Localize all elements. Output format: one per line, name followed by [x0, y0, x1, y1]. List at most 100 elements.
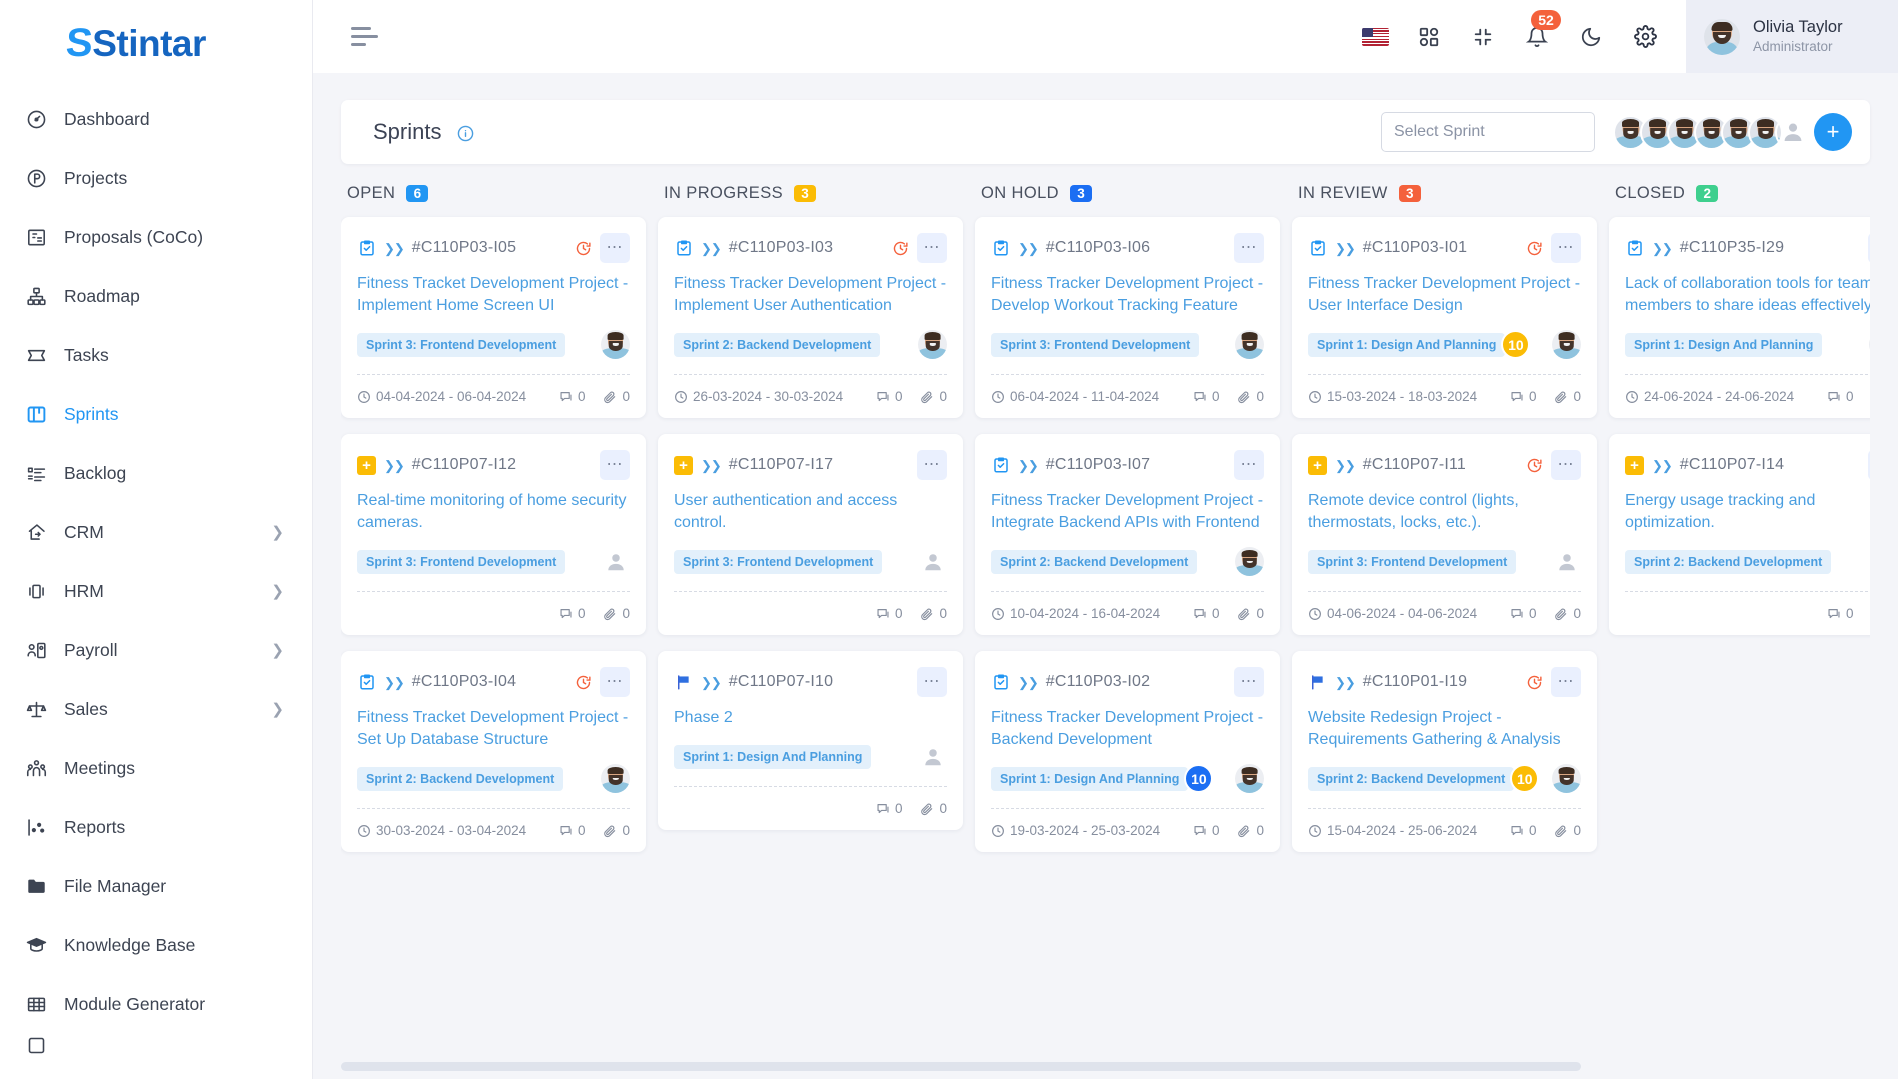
sidebar-item-tasks[interactable]: Tasks [0, 326, 312, 385]
user-profile-menu[interactable]: Olivia Taylor Administrator [1686, 0, 1898, 73]
kanban-card[interactable]: ❯❯ #C110P03-I07 ⋯ Fitness Tracker Develo… [975, 434, 1280, 636]
card-more-options-button[interactable]: ⋯ [917, 667, 947, 698]
card-id[interactable]: #C110P01-I19 [1363, 673, 1467, 691]
kanban-card[interactable]: + ❯❯ #C110P07-I17 ⋯ User authentication … [658, 434, 963, 636]
card-assignee-avatar[interactable] [601, 330, 630, 360]
card-more-options-button[interactable]: ⋯ [917, 450, 947, 481]
card-more-options-button[interactable]: ⋯ [1234, 450, 1264, 481]
card-more-options-button[interactable]: ⋯ [1551, 667, 1581, 698]
card-id[interactable]: #C110P07-I12 [412, 456, 516, 474]
info-icon[interactable] [457, 125, 474, 142]
card-assignee-avatar[interactable] [1235, 547, 1264, 577]
kanban-card[interactable]: ❯❯ #C110P07-I10 ⋯ Phase 2 Sprint 1: Desi… [658, 651, 963, 831]
sidebar-item-dashboard[interactable]: Dashboard [0, 90, 312, 149]
card-title[interactable]: Lack of collaboration tools for team mem… [1625, 273, 1870, 317]
sidebar-item-sales[interactable]: Sales ❯ [0, 680, 312, 739]
sidebar-item-partial[interactable] [0, 1034, 312, 1056]
card-more-options-button[interactable]: ⋯ [600, 450, 630, 481]
language-flag-button[interactable] [1360, 22, 1390, 52]
card-more-options-button[interactable]: ⋯ [600, 667, 630, 698]
sidebar-item-reports[interactable]: Reports [0, 798, 312, 857]
chevron-double-down-icon[interactable]: ❯❯ [1652, 459, 1673, 472]
card-assignee-placeholder[interactable] [918, 742, 947, 771]
card-id[interactable]: #C110P03-I01 [1363, 239, 1467, 257]
chevron-double-down-icon[interactable]: ❯❯ [1018, 676, 1039, 689]
card-more-options-button[interactable]: ⋯ [1551, 450, 1581, 481]
chevron-double-down-icon[interactable]: ❯❯ [701, 459, 722, 472]
card-title[interactable]: Remote device control (lights, thermosta… [1308, 490, 1581, 534]
chevron-double-down-icon[interactable]: ❯❯ [701, 676, 722, 689]
member-avatar-placeholder[interactable] [1775, 114, 1810, 150]
sidebar-item-roadmap[interactable]: Roadmap [0, 267, 312, 326]
notifications-button[interactable]: 52 [1522, 9, 1561, 52]
kanban-card[interactable]: ❯❯ #C110P03-I03 ⋯ Fitness Tracker Develo… [658, 217, 963, 419]
card-id[interactable]: #C110P03-I06 [1046, 239, 1150, 257]
card-assignee-avatar[interactable] [1869, 330, 1870, 360]
brand-logo[interactable]: SStintar [0, 0, 312, 86]
card-title[interactable]: Website Redesign Project - Requirements … [1308, 707, 1581, 751]
card-assignee-avatar[interactable] [1552, 764, 1581, 794]
chevron-double-down-icon[interactable]: ❯❯ [384, 676, 405, 689]
card-more-options-button[interactable]: ⋯ [1868, 450, 1870, 481]
card-id[interactable]: #C110P35-I29 [1680, 239, 1784, 257]
kanban-card[interactable]: ❯❯ #C110P03-I05 ⋯ Fitness Tracket Develo… [341, 217, 646, 419]
kanban-card[interactable]: + ❯❯ #C110P07-I14 ⋯ Energy usage trackin… [1609, 434, 1870, 636]
card-title[interactable]: Real-time monitoring of home security ca… [357, 490, 630, 534]
kanban-card[interactable]: ❯❯ #C110P01-I19 ⋯ Website Redesign Proje… [1292, 651, 1597, 853]
card-assignee-placeholder[interactable] [1552, 547, 1581, 576]
horizontal-scrollbar-thumb[interactable] [341, 1062, 1581, 1071]
sidebar-item-hrm[interactable]: HRM ❯ [0, 562, 312, 621]
card-title[interactable]: User authentication and access control. [674, 490, 947, 534]
sidebar-item-proposals-coco[interactable]: Proposals (CoCo) [0, 208, 312, 267]
card-id[interactable]: #C110P03-I05 [412, 239, 516, 257]
card-title[interactable]: Fitness Tracker Development Project - In… [991, 490, 1264, 534]
card-title[interactable]: Fitness Tracker Development Project - Ba… [991, 707, 1264, 751]
card-id[interactable]: #C110P07-I11 [1363, 456, 1466, 474]
kanban-card[interactable]: ❯❯ #C110P03-I04 ⋯ Fitness Tracket Develo… [341, 651, 646, 853]
sidebar-item-knowledge-base[interactable]: Knowledge Base [0, 916, 312, 975]
card-assignee-avatar[interactable] [601, 764, 630, 794]
card-assignee-placeholder[interactable] [918, 547, 947, 576]
card-assignee-placeholder[interactable] [1869, 547, 1870, 576]
card-more-options-button[interactable]: ⋯ [1551, 233, 1581, 263]
horizontal-scrollbar-track[interactable] [341, 1062, 1870, 1075]
kanban-card[interactable]: + ❯❯ #C110P07-I12 ⋯ Real-time monitoring… [341, 434, 646, 636]
add-member-button[interactable]: + [1814, 113, 1852, 151]
card-more-options-button[interactable]: ⋯ [1234, 667, 1264, 698]
card-more-options-button[interactable]: ⋯ [917, 233, 947, 263]
chevron-double-down-icon[interactable]: ❯❯ [1018, 459, 1039, 472]
card-id[interactable]: #C110P07-I14 [1680, 456, 1784, 474]
sidebar-item-file-manager[interactable]: File Manager [0, 857, 312, 916]
card-title[interactable]: Phase 2 [674, 707, 947, 729]
kanban-card[interactable]: ❯❯ #C110P03-I06 ⋯ Fitness Tracker Develo… [975, 217, 1280, 419]
gear-icon[interactable] [1630, 22, 1660, 52]
card-title[interactable]: Fitness Tracker Development Project - De… [991, 273, 1264, 317]
card-id[interactable]: #C110P07-I17 [729, 456, 833, 474]
card-more-options-button[interactable]: ⋯ [600, 233, 630, 263]
chevron-double-down-icon[interactable]: ❯❯ [1018, 242, 1039, 255]
kanban-card[interactable]: ❯❯ #C110P35-I29 ⋯ Lack of collaboration … [1609, 217, 1870, 419]
sidebar-item-projects[interactable]: Projects [0, 149, 312, 208]
card-more-options-button[interactable]: ⋯ [1234, 233, 1264, 263]
card-assignee-avatar[interactable] [1552, 330, 1581, 360]
card-assignee-avatar[interactable] [1235, 330, 1264, 360]
card-title[interactable]: Fitness Tracket Development Project - Im… [357, 273, 630, 317]
card-id[interactable]: #C110P03-I04 [412, 673, 516, 691]
card-id[interactable]: #C110P03-I07 [1046, 456, 1150, 474]
card-title[interactable]: Fitness Tracker Development Project - Im… [674, 273, 947, 317]
card-assignee-avatar[interactable] [918, 330, 947, 360]
apps-grid-icon[interactable] [1414, 22, 1444, 52]
chevron-double-down-icon[interactable]: ❯❯ [1652, 242, 1673, 255]
chevron-double-down-icon[interactable]: ❯❯ [1335, 459, 1356, 472]
chevron-double-down-icon[interactable]: ❯❯ [384, 242, 405, 255]
kanban-card[interactable]: ❯❯ #C110P03-I02 ⋯ Fitness Tracker Develo… [975, 651, 1280, 853]
kanban-card[interactable]: + ❯❯ #C110P07-I11 ⋯ Remote device contro… [1292, 434, 1597, 636]
sidebar-item-sprints[interactable]: Sprints [0, 385, 312, 444]
sidebar-item-payroll[interactable]: Payroll ❯ [0, 621, 312, 680]
sidebar-item-meetings[interactable]: Meetings [0, 739, 312, 798]
chevron-double-down-icon[interactable]: ❯❯ [1335, 676, 1356, 689]
card-title[interactable]: Energy usage tracking and optimization. [1625, 490, 1870, 534]
card-id[interactable]: #C110P07-I10 [729, 673, 833, 691]
chevron-double-down-icon[interactable]: ❯❯ [1335, 242, 1356, 255]
moon-icon[interactable] [1576, 22, 1606, 52]
